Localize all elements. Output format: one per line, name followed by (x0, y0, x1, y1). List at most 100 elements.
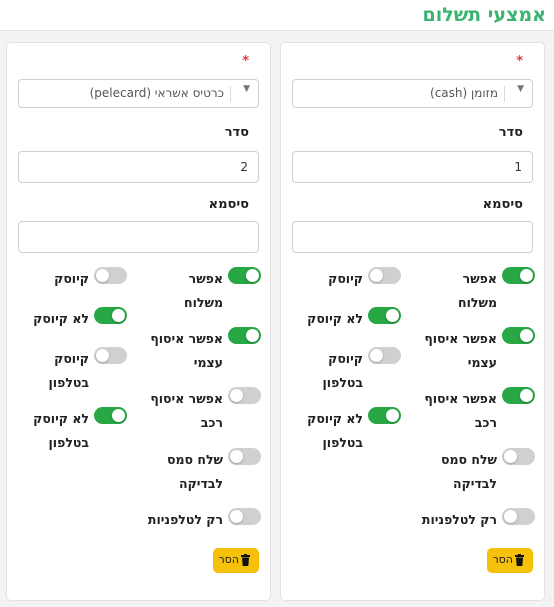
remove-button-label: הסר (492, 553, 513, 566)
switch-knob (520, 329, 533, 342)
switch-knob (386, 409, 399, 422)
toggle-row-allow-car-pickup: אפשר איסוף רכב (411, 387, 535, 430)
allow-pickup-switch[interactable] (502, 327, 535, 344)
kiosk-label: קיוסק (328, 271, 363, 286)
switch-knob (230, 510, 243, 523)
switch-knob (230, 389, 243, 402)
not-kiosk-label: לא קיוסק (33, 311, 89, 326)
order-input[interactable] (292, 151, 533, 183)
remove-button[interactable]: הסר (487, 548, 533, 573)
not-kiosk-switch[interactable] (368, 307, 401, 324)
required-mark: * (516, 54, 523, 69)
allow-car-pickup-switch[interactable] (228, 387, 261, 404)
order-input[interactable] (18, 151, 259, 183)
kiosk-switch[interactable] (94, 267, 127, 284)
send-sms-test-label: שלח סמס לבדיקה (166, 452, 223, 491)
remove-button-label: הסר (218, 553, 239, 566)
toggle-row-kiosk-phone: קיוסק בטלפון (289, 347, 401, 390)
password-input[interactable] (18, 221, 259, 253)
toggle-row-send-sms-test: שלח סמס לבדיקה (137, 448, 261, 491)
switch-knob (504, 450, 517, 463)
allow-pickup-label: אפשר איסוף עצמי (424, 331, 497, 370)
toggle-row-not-kiosk: לא קיוסק (15, 307, 127, 327)
switch-knob (370, 269, 383, 282)
toggle-row-send-sms-test: שלח סמס לבדיקה (411, 448, 535, 491)
order-label: סדר (224, 125, 249, 140)
allow-pickup-switch[interactable] (228, 327, 261, 344)
switch-knob (504, 510, 517, 523)
allow-car-pickup-switch[interactable] (502, 387, 535, 404)
caret-down-icon: ▼ (517, 84, 524, 94)
phones-only-label: רק לטלפניות (147, 512, 223, 527)
allow-pickup-label: אפשר איסוף עצמי (150, 331, 223, 370)
toggle-row-kiosk-phone: קיוסק בטלפון (15, 347, 127, 390)
allow-delivery-label: אפשר משלוח (184, 271, 223, 310)
phones-only-switch[interactable] (228, 508, 261, 525)
payment-method-value: מזומן (cash) (430, 86, 498, 100)
switch-knob (96, 269, 109, 282)
toggle-row-allow-pickup: אפשר איסוף עצמי (411, 327, 535, 370)
switch-knob (246, 329, 259, 342)
allow-delivery-label: אפשר משלוח (458, 271, 497, 310)
toggle-row-not-kiosk-phone: לא קיוסק בטלפון (15, 407, 127, 450)
password-label: סיסמא (482, 197, 523, 212)
kiosk-phone-label: קיוסק בטלפון (322, 351, 363, 390)
select-divider (230, 86, 231, 102)
trash-icon (241, 554, 250, 566)
payment-method-select[interactable]: ▼ מזומן (cash) (292, 79, 533, 108)
allow-delivery-switch[interactable] (502, 267, 535, 284)
section-title: אמצעי תשלום (422, 4, 546, 26)
send-sms-test-switch[interactable] (502, 448, 535, 465)
switch-knob (112, 309, 125, 322)
password-label: סיסמא (208, 197, 249, 212)
not-kiosk-switch[interactable] (94, 307, 127, 324)
switch-knob (112, 409, 125, 422)
not-kiosk-phone-switch[interactable] (94, 407, 127, 424)
send-sms-test-label: שלח סמס לבדיקה (440, 452, 497, 491)
kiosk-phone-switch[interactable] (368, 347, 401, 364)
trash-icon (515, 554, 524, 566)
caret-down-icon: ▼ (243, 84, 250, 94)
toggle-row-allow-delivery: אפשר משלוח (137, 267, 261, 310)
payment-method-card: * ▼ כרטיס אשראי (pelecard) סדר סיסמא אפש… (6, 42, 271, 601)
toggle-row-phones-only: רק לטלפניות (107, 508, 261, 528)
kiosk-phone-switch[interactable] (94, 347, 127, 364)
toggle-row-phones-only: רק לטלפניות (381, 508, 535, 528)
switch-knob (246, 269, 259, 282)
toggle-row-allow-delivery: אפשר משלוח (411, 267, 535, 310)
remove-button[interactable]: הסר (213, 548, 259, 573)
toggle-row-allow-pickup: אפשר איסוף עצמי (137, 327, 261, 370)
phones-only-label: רק לטלפניות (421, 512, 497, 527)
kiosk-phone-label: קיוסק בטלפון (48, 351, 89, 390)
payment-method-value: כרטיס אשראי (pelecard) (89, 86, 224, 100)
not-kiosk-phone-label: לא קיוסק בטלפון (307, 411, 363, 450)
switch-knob (520, 389, 533, 402)
switch-knob (520, 269, 533, 282)
not-kiosk-label: לא קיוסק (307, 311, 363, 326)
allow-delivery-switch[interactable] (228, 267, 261, 284)
kiosk-switch[interactable] (368, 267, 401, 284)
select-divider (504, 86, 505, 102)
phones-only-switch[interactable] (502, 508, 535, 525)
payment-method-card: * ▼ מזומן (cash) סדר סיסמא אפשר משלוח אפ… (280, 42, 545, 601)
toggle-row-allow-car-pickup: אפשר איסוף רכב (137, 387, 261, 430)
toggle-row-not-kiosk-phone: לא קיוסק בטלפון (289, 407, 401, 450)
required-mark: * (242, 54, 249, 69)
section-header: אמצעי תשלום (0, 0, 554, 31)
allow-car-pickup-label: אפשר איסוף רכב (424, 391, 497, 430)
kiosk-label: קיוסק (54, 271, 89, 286)
password-input[interactable] (292, 221, 533, 253)
not-kiosk-phone-label: לא קיוסק בטלפון (33, 411, 89, 450)
switch-knob (370, 349, 383, 362)
payment-method-select[interactable]: ▼ כרטיס אשראי (pelecard) (18, 79, 259, 108)
toggle-row-kiosk: קיוסק (15, 267, 127, 287)
order-label: סדר (498, 125, 523, 140)
switch-knob (96, 349, 109, 362)
switch-knob (386, 309, 399, 322)
toggle-row-kiosk: קיוסק (289, 267, 401, 287)
send-sms-test-switch[interactable] (228, 448, 261, 465)
allow-car-pickup-label: אפשר איסוף רכב (150, 391, 223, 430)
toggle-row-not-kiosk: לא קיוסק (289, 307, 401, 327)
not-kiosk-phone-switch[interactable] (368, 407, 401, 424)
switch-knob (230, 450, 243, 463)
